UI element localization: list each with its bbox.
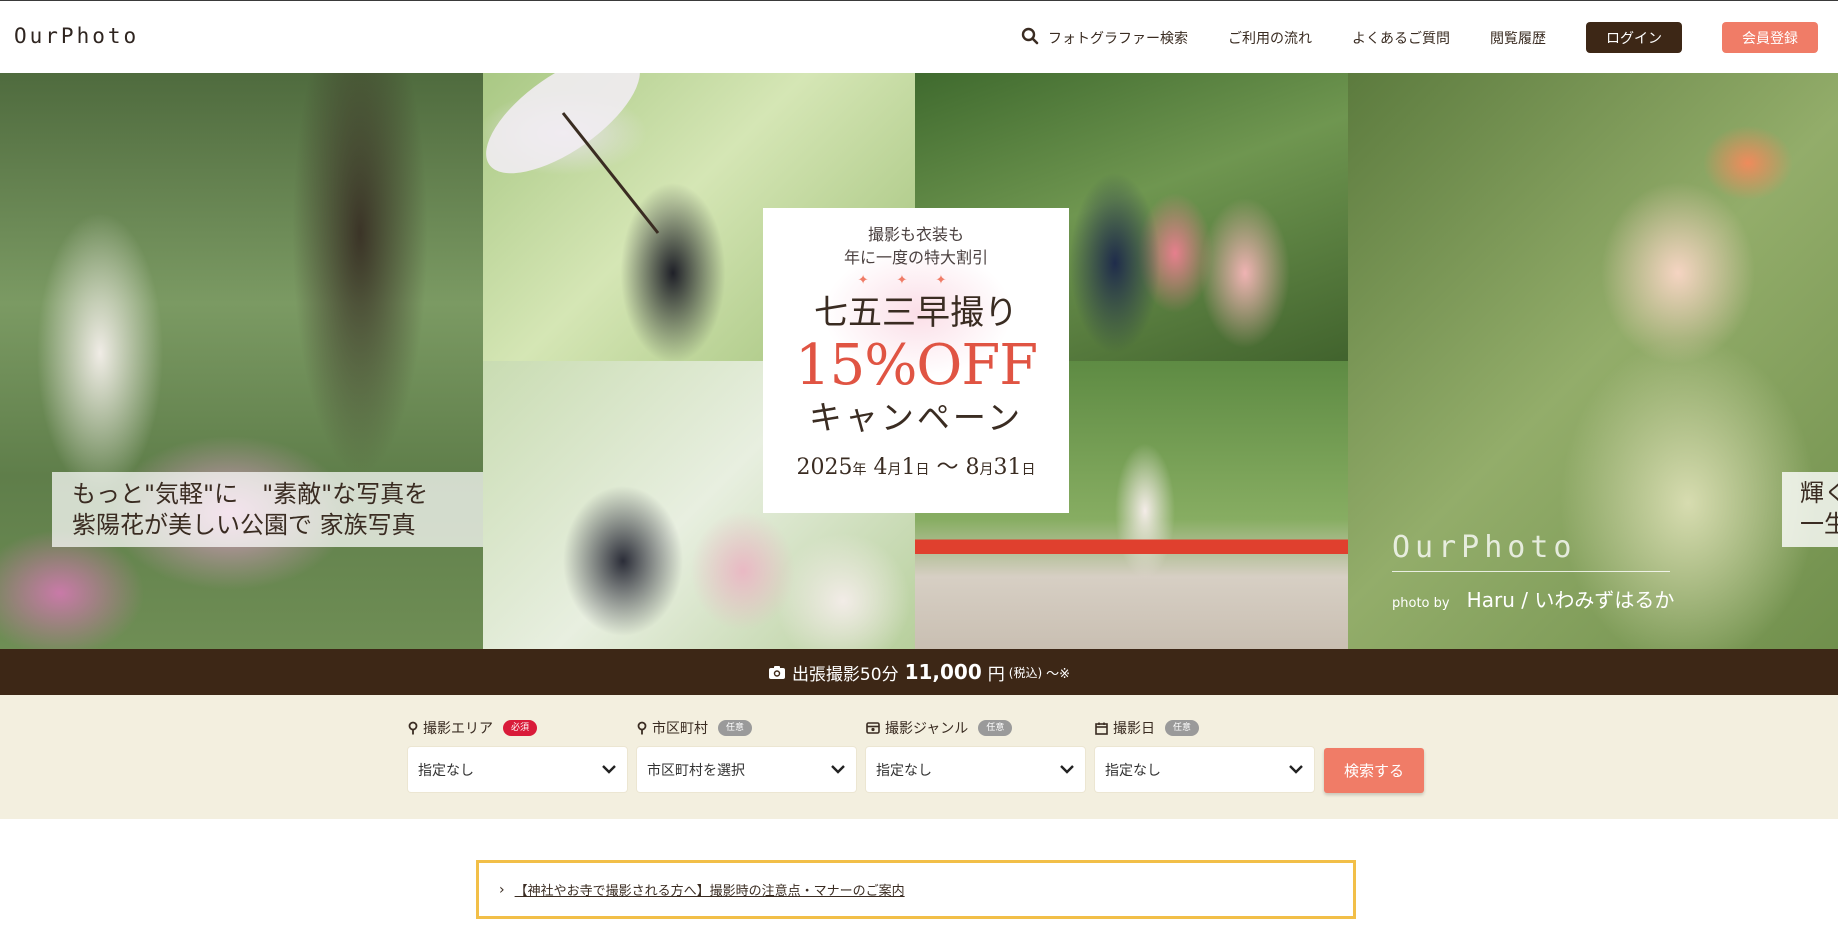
promo-sub-line2: 年に一度の特大割引	[843, 248, 988, 267]
genre-label-text: 撮影ジャンル	[885, 721, 969, 737]
city-field: 市区町村 任意 市区町村を選択	[637, 718, 856, 792]
credit-divider	[1392, 571, 1670, 572]
nav-usage-flow[interactable]: ご利用の流れ	[1228, 28, 1312, 48]
hero-caption-next: 輝く 一生	[1782, 472, 1838, 547]
date-select[interactable]: 指定なし	[1095, 747, 1314, 792]
search-button[interactable]: 検索する	[1324, 748, 1424, 793]
date-label: 撮影日 任意	[1095, 718, 1314, 738]
photo-by-label: photo by	[1392, 596, 1450, 611]
promo-sub: 撮影も衣装も 年に一度の特大割引	[763, 208, 1069, 269]
chevron-down-icon	[601, 762, 617, 778]
area-field: 撮影エリア 必須 指定なし	[408, 718, 627, 792]
required-badge: 必須	[503, 720, 538, 736]
genre-field: 撮影ジャンル 任意 指定なし	[866, 718, 1085, 792]
optional-badge: 任意	[1165, 720, 1200, 736]
notice-link[interactable]: 【神社やお寺で撮影される方へ】撮影時の注意点・マナーのご案内	[515, 880, 905, 899]
promo-sub-line1: 撮影も衣装も	[867, 225, 964, 244]
promo-day-unit: 日	[915, 462, 930, 478]
watermark-logo: OurPhoto	[1392, 530, 1577, 565]
area-label: 撮影エリア 必須	[408, 718, 627, 738]
map-pin-icon	[637, 721, 647, 735]
promo-month-unit: 月	[979, 462, 994, 478]
promo-date-sep: ～	[936, 455, 959, 480]
date-field: 撮影日 任意 指定なし	[1095, 718, 1314, 792]
price-unit: 円	[987, 664, 1005, 685]
hero-carousel[interactable]: もっと"気軽"に "素敵"な写真を 紫陽花が美しい公園で 家族写真 撮影も衣装も…	[0, 73, 1838, 649]
calendar-icon	[1095, 722, 1108, 735]
register-button[interactable]: 会員登録	[1722, 22, 1818, 53]
nav-label: フォトグラファー検索	[1048, 30, 1188, 47]
shrine-temple-notice[interactable]: › 【神社やお寺で撮影される方へ】撮影時の注意点・マナーのご案内	[476, 860, 1356, 919]
hero-caption-line2: 紫陽花が美しい公園で 家族写真	[72, 511, 416, 539]
search-panel: 撮影エリア 必須 指定なし 市区町村 任意 市区町村を選択 撮影ジャンル 任意 …	[0, 695, 1838, 819]
price-banner: 出張撮影50分 11,000 円 (税込) ～※	[0, 649, 1838, 695]
chevron-down-icon	[1059, 762, 1075, 778]
promo-end-day: 31	[993, 455, 1022, 480]
nav-history[interactable]: 閲覧履歴	[1490, 28, 1546, 48]
optional-badge: 任意	[718, 720, 753, 736]
price-suffix: ～※	[1046, 666, 1071, 682]
area-select-value: 指定なし	[418, 762, 474, 779]
promo-start-month: 4	[873, 455, 888, 480]
promo-start-day: 1	[901, 455, 916, 480]
promo-month-unit: 月	[887, 462, 902, 478]
city-label-text: 市区町村	[652, 721, 708, 737]
camera-genre-icon	[866, 722, 880, 734]
genre-select-value: 指定なし	[876, 762, 932, 779]
hero-caption: もっと"気軽"に "素敵"な写真を 紫陽花が美しい公園で 家族写真	[52, 472, 483, 547]
area-select[interactable]: 指定なし	[408, 747, 627, 792]
chevron-down-icon	[830, 762, 846, 778]
site-logo[interactable]: OurPhoto	[14, 24, 139, 48]
promo-campaign: キャンペーン	[808, 398, 1024, 437]
promo-title: 七五三早撮り	[814, 293, 1018, 333]
hero-photo-family[interactable]: もっと"気軽"に "素敵"な写真を 紫陽花が美しい公園で 家族写真	[0, 73, 483, 649]
camera-icon	[768, 665, 786, 680]
price-label: 出張撮影50分	[791, 664, 899, 685]
chevron-down-icon	[1288, 762, 1304, 778]
sparkle-icon: ✦✦✦	[857, 273, 975, 288]
genre-select[interactable]: 指定なし	[866, 747, 1085, 792]
date-select-value: 指定なし	[1105, 762, 1161, 779]
nav-photographer-search[interactable]: フォトグラファー検索	[1021, 27, 1188, 49]
promo-year: 2025	[796, 455, 853, 480]
price-tax: (税込)	[1008, 665, 1043, 680]
promo-period: 2025年 4月1日 ～ 8月31日	[763, 449, 1069, 481]
main-nav: フォトグラファー検索 ご利用の流れ よくあるご質問 閲覧履歴 ログイン 会員登録	[981, 1, 1818, 74]
search-icon	[1021, 27, 1039, 49]
site-header: OurPhoto フォトグラファー検索 ご利用の流れ よくあるご質問 閲覧履歴 …	[0, 0, 1838, 73]
photo-credit: photo by Haru / いわみずはるか	[1392, 584, 1692, 613]
photo-credit-overlay: OurPhoto photo by Haru / いわみずはるか	[1392, 530, 1692, 613]
map-pin-icon	[408, 721, 418, 735]
city-select-value: 市区町村を選択	[647, 762, 745, 779]
promo-day-unit: 日	[1021, 462, 1036, 478]
promo-card[interactable]: 撮影も衣装も 年に一度の特大割引 ✦✦✦ 七五三早撮り 15%OFF キャンペー…	[763, 208, 1069, 513]
promo-year-unit: 年	[852, 462, 867, 478]
chevron-right-icon: ›	[499, 881, 505, 898]
photographer-name[interactable]: Haru / いわみずはるか	[1467, 588, 1675, 612]
optional-badge: 任意	[978, 720, 1013, 736]
date-label-text: 撮影日	[1113, 721, 1155, 737]
genre-label: 撮影ジャンル 任意	[866, 718, 1085, 738]
hero-caption-line1: もっと"気軽"に "素敵"な写真を	[72, 480, 429, 508]
promo-discount: 15%OFF	[794, 333, 1038, 398]
nav-faq[interactable]: よくあるご質問	[1352, 28, 1450, 48]
login-button[interactable]: ログイン	[1586, 22, 1682, 53]
hero-caption-next-line2: 一生	[1800, 510, 1838, 538]
hero-caption-next-line1: 輝く	[1800, 479, 1838, 507]
price-amount: 11,000	[904, 660, 982, 684]
city-label: 市区町村 任意	[637, 718, 856, 738]
city-select[interactable]: 市区町村を選択	[637, 747, 856, 792]
area-label-text: 撮影エリア	[423, 721, 493, 737]
promo-end-month: 8	[965, 455, 980, 480]
